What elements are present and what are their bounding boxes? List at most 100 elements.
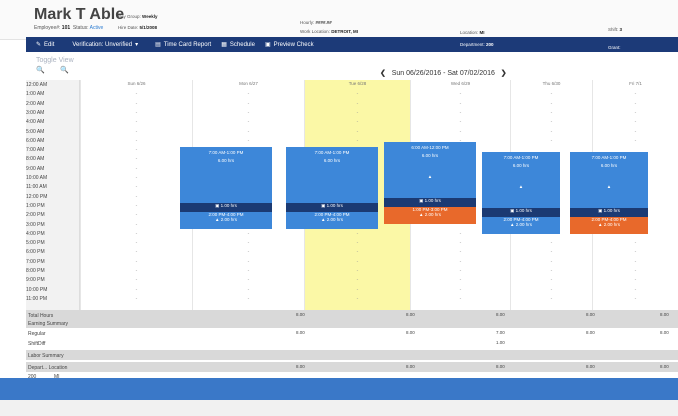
shift-main-segment[interactable]: 6:00 AM-12:00 PM 6.00 hrs ▲: [384, 142, 476, 198]
empty-slot[interactable]: -: [81, 203, 192, 209]
empty-slot[interactable]: -: [193, 138, 304, 144]
empty-slot[interactable]: -: [511, 119, 592, 125]
empty-slot[interactable]: -: [81, 147, 192, 153]
empty-slot[interactable]: -: [193, 259, 304, 265]
empty-slot[interactable]: -: [593, 91, 678, 97]
prev-week-icon[interactable]: ❮: [380, 70, 386, 77]
empty-slot[interactable]: -: [411, 110, 510, 116]
edit-button[interactable]: ✎ Edit: [36, 41, 54, 49]
zoom-in-icon[interactable]: 🔍: [36, 66, 45, 74]
shift-afternoon-segment[interactable]: 1:00 PM-3:00 PM ▲ 2.00 hrs: [384, 207, 476, 224]
lunch-segment[interactable]: ▣ 1.00 hrs: [180, 203, 272, 212]
empty-slot[interactable]: -: [305, 249, 410, 255]
empty-slot[interactable]: -: [81, 101, 192, 107]
empty-slot[interactable]: -: [193, 296, 304, 302]
shift-main-segment[interactable]: 7:00 AM-1:00 PM 6.00 hrs ▲: [570, 152, 648, 208]
empty-slot[interactable]: -: [593, 129, 678, 135]
empty-slot[interactable]: -: [593, 259, 678, 265]
shift-main-segment[interactable]: 7:00 AM-1:00 PM 6.00 hrs: [286, 147, 378, 203]
day-header[interactable]: Fri 7/1: [593, 81, 678, 86]
empty-slot[interactable]: -: [305, 268, 410, 274]
empty-slot[interactable]: -: [411, 268, 510, 274]
day-header[interactable]: Tue 6/28: [305, 81, 410, 86]
empty-slot[interactable]: -: [411, 287, 510, 293]
empty-slot[interactable]: -: [411, 259, 510, 265]
empty-slot[interactable]: -: [81, 287, 192, 293]
empty-slot[interactable]: -: [411, 101, 510, 107]
lunch-segment[interactable]: ▣ 1.00 hrs: [384, 198, 476, 207]
empty-slot[interactable]: -: [193, 101, 304, 107]
empty-slot[interactable]: -: [411, 249, 510, 255]
empty-slot[interactable]: -: [593, 110, 678, 116]
empty-slot[interactable]: -: [305, 296, 410, 302]
empty-slot[interactable]: -: [81, 249, 192, 255]
empty-slot[interactable]: -: [411, 119, 510, 125]
empty-slot[interactable]: -: [593, 240, 678, 246]
empty-slot[interactable]: -: [411, 240, 510, 246]
day-header[interactable]: Mon 6/27: [193, 81, 304, 86]
empty-slot[interactable]: -: [81, 129, 192, 135]
empty-slot[interactable]: -: [411, 91, 510, 97]
empty-slot[interactable]: -: [511, 129, 592, 135]
empty-slot[interactable]: -: [593, 138, 678, 144]
shift-afternoon-segment[interactable]: 2:00 PM-4:00 PM ▲ 2.00 hrs: [482, 217, 560, 234]
shift-afternoon-segment[interactable]: 2:00 PM-4:00 PM ▲ 2.00 hrs: [286, 212, 378, 229]
day-header[interactable]: Wed 6/29: [411, 81, 510, 86]
time-card-report-button[interactable]: ▤ Time Card Report: [155, 41, 211, 49]
empty-slot[interactable]: -: [511, 138, 592, 144]
empty-slot[interactable]: -: [305, 129, 410, 135]
lunch-segment[interactable]: ▣ 1.00 hrs: [570, 208, 648, 217]
empty-slot[interactable]: -: [81, 91, 192, 97]
shift-main-segment[interactable]: 7:00 AM-1:00 PM 6.00 hrs ▲: [482, 152, 560, 208]
empty-slot[interactable]: -: [193, 129, 304, 135]
lunch-segment[interactable]: ▣ 1.00 hrs: [286, 203, 378, 212]
empty-slot[interactable]: -: [81, 222, 192, 228]
preview-check-button[interactable]: ▣ Preview Check: [265, 41, 314, 49]
day-column[interactable]: Sun 6/26 - - - - - - - - - - - - - - - - - - - - - - -: [80, 80, 192, 310]
empty-slot[interactable]: -: [81, 231, 192, 237]
empty-slot[interactable]: -: [81, 240, 192, 246]
empty-slot[interactable]: -: [593, 287, 678, 293]
empty-slot[interactable]: -: [511, 240, 592, 246]
day-header[interactable]: Thu 6/30: [511, 81, 592, 86]
empty-slot[interactable]: -: [511, 277, 592, 283]
shift-block[interactable]: 7:00 AM-1:00 PM 6.00 hrs ▣ 1.00 hrs 2:00 PM…: [286, 147, 378, 229]
empty-slot[interactable]: -: [81, 268, 192, 274]
empty-slot[interactable]: -: [511, 91, 592, 97]
empty-slot[interactable]: -: [593, 268, 678, 274]
empty-slot[interactable]: -: [305, 287, 410, 293]
schedule-button[interactable]: ▦ Schedule: [221, 41, 255, 49]
empty-slot[interactable]: -: [193, 119, 304, 125]
empty-slot[interactable]: -: [305, 119, 410, 125]
empty-slot[interactable]: -: [193, 110, 304, 116]
empty-slot[interactable]: -: [511, 287, 592, 293]
empty-slot[interactable]: -: [81, 194, 192, 200]
shift-block[interactable]: 7:00 AM-1:00 PM 6.00 hrs ▣ 1.00 hrs 2:00 PM…: [180, 147, 272, 229]
empty-slot[interactable]: -: [511, 259, 592, 265]
empty-slot[interactable]: -: [81, 212, 192, 218]
empty-slot[interactable]: -: [81, 138, 192, 144]
day-header[interactable]: Sun 6/26: [81, 81, 192, 86]
empty-slot[interactable]: -: [411, 277, 510, 283]
empty-slot[interactable]: -: [193, 249, 304, 255]
empty-slot[interactable]: -: [305, 277, 410, 283]
empty-slot[interactable]: -: [511, 101, 592, 107]
empty-slot[interactable]: -: [511, 110, 592, 116]
empty-slot[interactable]: -: [305, 259, 410, 265]
shift-afternoon-segment[interactable]: 2:00 PM-4:00 PM ▲ 2.00 hrs: [570, 217, 648, 234]
empty-slot[interactable]: -: [305, 110, 410, 116]
empty-slot[interactable]: -: [81, 259, 192, 265]
empty-slot[interactable]: -: [81, 277, 192, 283]
lunch-segment[interactable]: ▣ 1.00 hrs: [482, 208, 560, 217]
toggle-view-link[interactable]: Toggle View: [36, 57, 74, 64]
empty-slot[interactable]: -: [193, 240, 304, 246]
shift-main-segment[interactable]: 7:00 AM-1:00 PM 6.00 hrs: [180, 147, 272, 203]
empty-slot[interactable]: -: [193, 231, 304, 237]
empty-slot[interactable]: -: [511, 249, 592, 255]
empty-slot[interactable]: -: [593, 277, 678, 283]
shift-block[interactable]: 7:00 AM-1:00 PM 6.00 hrs ▲ ▣ 1.00 hrs 2:00 P…: [570, 152, 648, 234]
empty-slot[interactable]: -: [81, 175, 192, 181]
empty-slot[interactable]: -: [305, 101, 410, 107]
empty-slot[interactable]: -: [305, 240, 410, 246]
shift-block[interactable]: 6:00 AM-12:00 PM 6.00 hrs ▲ ▣ 1.00 hrs 1:00 …: [384, 142, 476, 224]
